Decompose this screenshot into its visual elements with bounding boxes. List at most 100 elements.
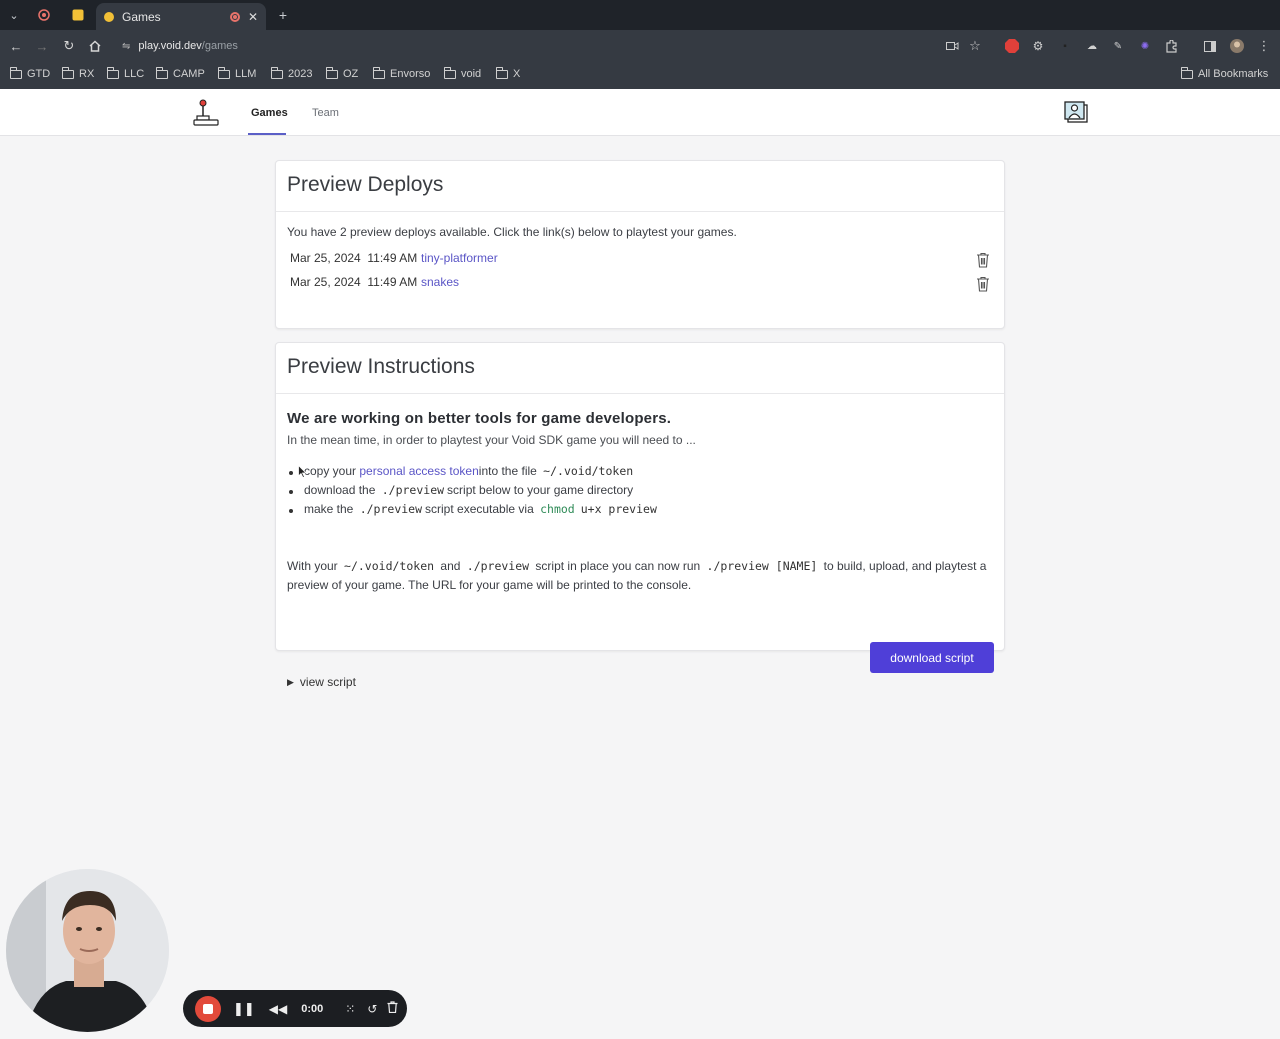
- bookmark-folder[interactable]: LLC: [106, 66, 144, 80]
- stop-recording-button[interactable]: [195, 995, 221, 1022]
- close-tab-icon[interactable]: ✕: [248, 10, 258, 24]
- extension-purple-icon[interactable]: ✺: [1137, 38, 1153, 54]
- rewind-icon[interactable]: ◀◀: [269, 1002, 287, 1016]
- preview-code: ./preview: [381, 483, 445, 497]
- tab-games[interactable]: Games ✕: [96, 3, 266, 30]
- grid-icon[interactable]: ⁙: [345, 1002, 355, 1016]
- folder-icon: [1180, 66, 1193, 79]
- deploy-row: Mar 25, 2024 11:49 AM tiny-platformer: [290, 251, 498, 265]
- preview-code: ./preview: [466, 559, 530, 573]
- deploy-date: Mar 25, 2024 11:49 AM: [290, 251, 418, 265]
- back-icon[interactable]: ←: [8, 38, 24, 54]
- folder-icon: [270, 66, 283, 79]
- url-path: /games: [201, 40, 238, 52]
- folder-icon: [325, 66, 338, 79]
- eyedropper-icon[interactable]: ✎: [1110, 38, 1126, 54]
- folder-icon: [372, 66, 385, 79]
- favicon-icon: [104, 11, 114, 22]
- recorder-controls: ❚❚ ◀◀ 0:00 ⁙ ↺: [183, 990, 407, 1027]
- active-nav-indicator: [248, 133, 286, 135]
- reload-icon[interactable]: ↻: [61, 38, 77, 54]
- card-body: You have 2 preview deploys available. Cl…: [276, 212, 1004, 292]
- deploy-row: Mar 25, 2024 11:49 AM snakes: [290, 275, 459, 289]
- folder-icon: [106, 66, 119, 79]
- deploy-link[interactable]: snakes: [421, 275, 459, 289]
- bookmark-star-icon[interactable]: ☆: [967, 38, 983, 54]
- bookmark-folder[interactable]: X: [495, 66, 520, 80]
- bookmark-folder[interactable]: 2023: [270, 66, 312, 80]
- recording-indicator-icon: [229, 11, 240, 22]
- folder-icon: [9, 66, 22, 79]
- bookmark-folder[interactable]: Envorso: [372, 66, 430, 80]
- extension-cloud-icon[interactable]: ☁: [1084, 38, 1100, 54]
- preview-instructions-card: Preview Instructions We are working on b…: [275, 342, 1005, 689]
- new-tab-icon[interactable]: +: [275, 7, 291, 23]
- deploys-intro: You have 2 preview deploys available. Cl…: [287, 225, 737, 239]
- nav-games[interactable]: Games: [251, 107, 288, 119]
- discard-trash-icon[interactable]: [387, 1001, 398, 1016]
- instructions-heading: We are working on better tools for game …: [287, 410, 672, 427]
- personal-access-token-link[interactable]: personal access token: [359, 464, 478, 478]
- list-item: make the ./preview script executable via …: [289, 502, 660, 516]
- list-item: download the ./preview script below to yo…: [288, 483, 634, 497]
- recording-tab-icon[interactable]: [36, 7, 52, 23]
- deploy-link[interactable]: tiny-platformer: [421, 251, 498, 265]
- folder-icon: [495, 66, 508, 79]
- notes-tab-icon[interactable]: [70, 7, 86, 23]
- preview-run-code: ./preview [NAME]: [706, 559, 818, 573]
- bookmarks-bar: GTD RX LLC CAMP LLM 2023 OZ Envorso void…: [0, 62, 1280, 89]
- all-bookmarks[interactable]: All Bookmarks: [1180, 66, 1268, 80]
- browser-toolbar: ← → ↻ ⇋ play.void.dev/games ☆ ⚙ ▪ ☁ ✎ ✺ …: [0, 30, 1280, 62]
- menu-kebab-icon[interactable]: ⋮: [1256, 38, 1272, 54]
- adblock-icon[interactable]: [1004, 38, 1020, 54]
- disclosure-triangle-icon: ▶: [287, 676, 294, 687]
- token-path-code: ~/.void/token: [344, 559, 435, 573]
- camera-icon[interactable]: [944, 38, 960, 54]
- extension-gear-icon[interactable]: ⚙: [1030, 38, 1046, 54]
- bookmark-folder[interactable]: RX: [61, 66, 94, 80]
- preview-deploys-card: Preview Deploys You have 2 preview deplo…: [275, 160, 1005, 329]
- bookmark-folder[interactable]: LLM: [217, 66, 256, 80]
- delete-deploy-trash-icon[interactable]: [976, 252, 990, 268]
- profile-avatar-icon[interactable]: [1229, 38, 1245, 54]
- browser-tab-bar: ⌄ Games ✕ +: [0, 0, 1280, 30]
- token-path-code: ~/.void/token: [543, 464, 634, 478]
- site-settings-icon[interactable]: ⇋: [122, 41, 130, 52]
- extensions-puzzle-icon[interactable]: [1163, 38, 1179, 54]
- download-script-button[interactable]: download script: [870, 642, 994, 673]
- card-body: We are working on better tools for game …: [276, 394, 1004, 689]
- card-title: Preview Instructions: [276, 343, 1004, 394]
- bookmark-folder[interactable]: OZ: [325, 66, 358, 80]
- bookmark-folder[interactable]: void: [443, 66, 481, 80]
- address-bar[interactable]: ⇋ play.void.dev/games: [116, 35, 936, 57]
- joystick-logo-icon[interactable]: [192, 99, 220, 127]
- side-panel-icon[interactable]: [1202, 38, 1218, 54]
- folder-icon: [61, 66, 74, 79]
- bookmark-folder[interactable]: CAMP: [155, 66, 205, 80]
- forward-icon[interactable]: →: [34, 38, 50, 54]
- chmod-code: chmod: [540, 502, 575, 516]
- chmod-args-code: u+x preview: [580, 502, 657, 516]
- bookmark-folder[interactable]: GTD: [9, 66, 50, 80]
- nav-team[interactable]: Team: [312, 107, 339, 119]
- list-item: copy your personal access token into the …: [288, 464, 636, 478]
- webcam-overlay[interactable]: [6, 869, 169, 1032]
- mouse-cursor-icon: [298, 464, 307, 483]
- instructions-lead: In the mean time, in order to playtest y…: [287, 433, 696, 447]
- tab-title: Games: [122, 9, 161, 24]
- user-avatar-icon[interactable]: [1064, 100, 1090, 124]
- folder-icon: [155, 66, 168, 79]
- pause-icon[interactable]: ❚❚: [233, 1001, 255, 1017]
- restart-icon[interactable]: ↺: [367, 1002, 377, 1016]
- app-header: Games Team: [0, 89, 1280, 136]
- home-icon[interactable]: [87, 38, 103, 54]
- delete-deploy-trash-icon[interactable]: [976, 276, 990, 292]
- usage-paragraph: With your ~/.void/token and ./preview sc…: [287, 559, 987, 592]
- folder-icon: [217, 66, 230, 79]
- tab-list-icon[interactable]: ⌄: [6, 7, 22, 23]
- extension-dark-icon[interactable]: ▪: [1057, 38, 1073, 54]
- stop-icon: [203, 1003, 213, 1014]
- card-title: Preview Deploys: [276, 161, 1004, 212]
- view-script-toggle[interactable]: ▶ view script: [287, 675, 356, 689]
- deploy-date: Mar 25, 2024 11:49 AM: [290, 275, 418, 289]
